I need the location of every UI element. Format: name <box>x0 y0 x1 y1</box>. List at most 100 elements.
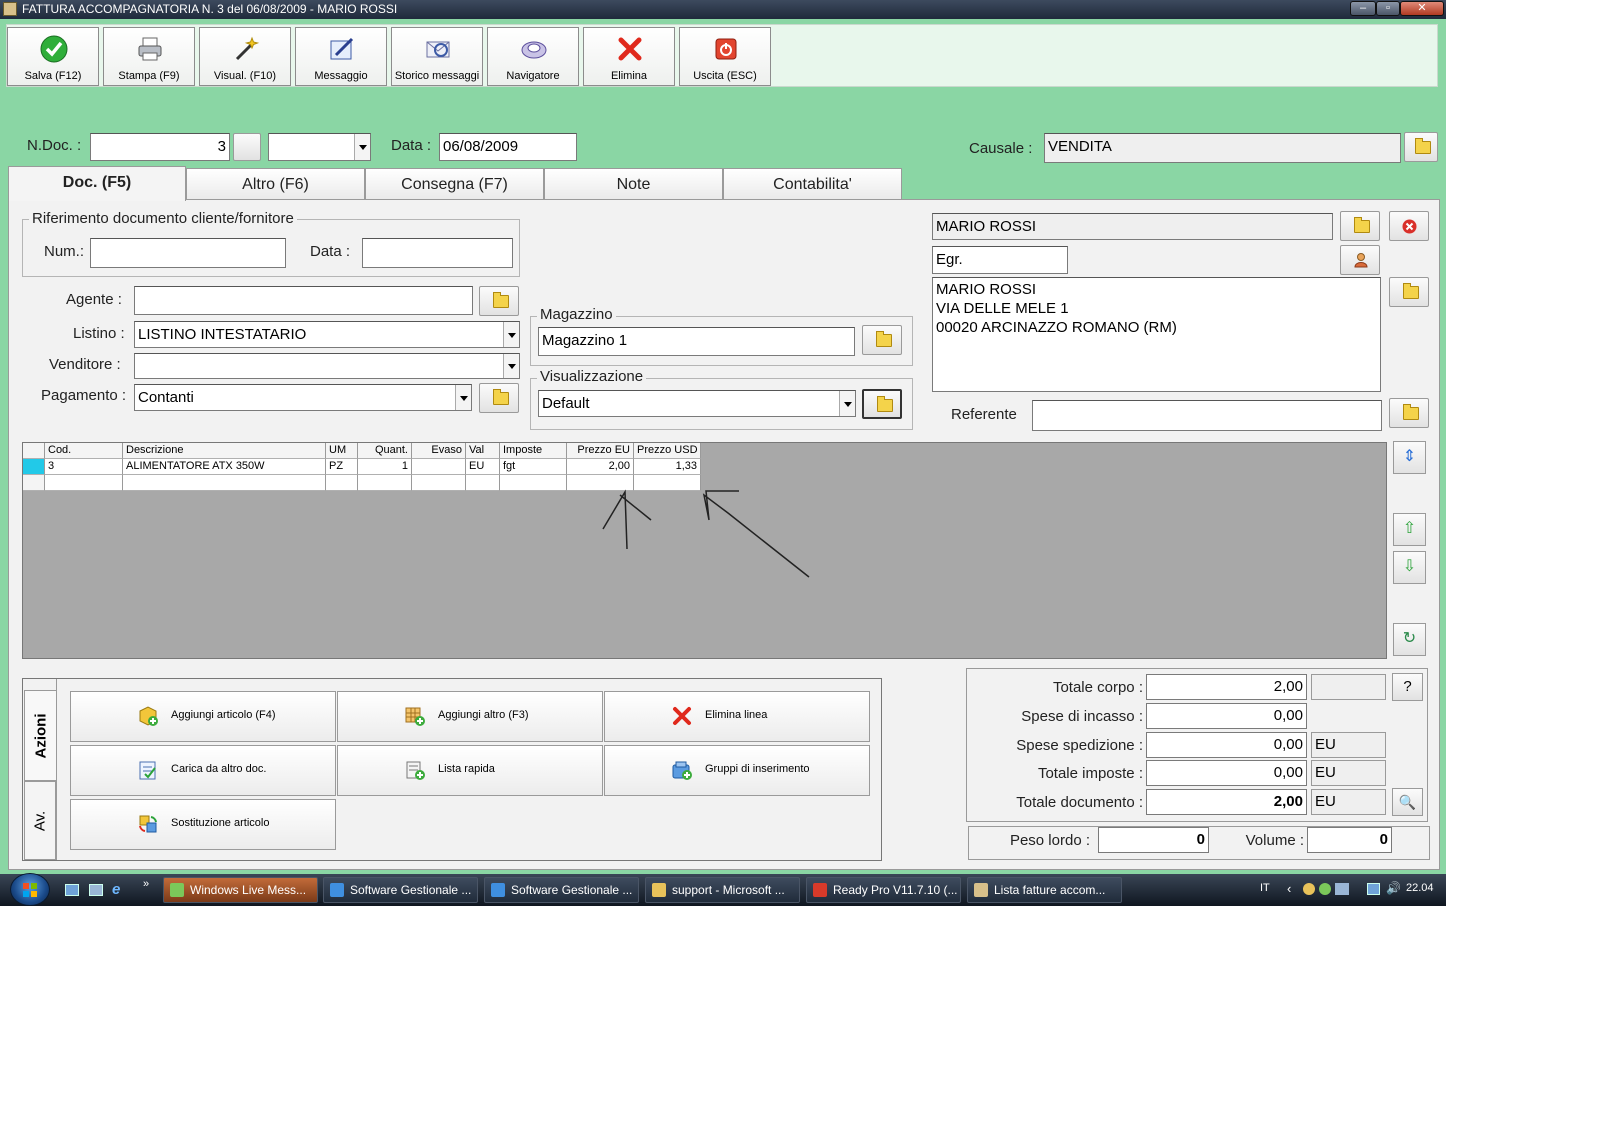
print-button[interactable]: Stampa (F9) <box>103 27 195 86</box>
save-button[interactable]: Salva (F12) <box>7 27 99 86</box>
cliente-address-box[interactable]: MARIO ROSSI VIA DELLE MELE 1 00020 ARCIN… <box>932 277 1381 392</box>
replace-article-button[interactable]: Sostituzione articolo <box>70 799 336 850</box>
articles-grid[interactable]: Cod. Descrizione UM Quant. Evaso Val Imp… <box>22 442 1387 659</box>
add-other-button[interactable]: Aggiungi altro (F3) <box>337 691 603 742</box>
riferimento-date-input[interactable] <box>362 238 513 268</box>
tab-note[interactable]: Note <box>544 168 723 200</box>
quick-list-icon <box>406 761 425 780</box>
delete-line-button[interactable]: Elimina linea <box>604 691 870 742</box>
show-desktop-icon[interactable] <box>65 884 79 896</box>
sync-icon[interactable] <box>1335 883 1349 895</box>
tab-contabilita[interactable]: Contabilita' <box>723 168 902 200</box>
causale-input[interactable]: VENDITA <box>1044 133 1401 163</box>
tab-doc[interactable]: Doc. (F5) <box>8 166 186 201</box>
quicklaunch-more-icon[interactable]: » <box>143 878 149 890</box>
network-icon[interactable] <box>1367 883 1380 895</box>
cancel-circle-icon <box>1402 219 1417 234</box>
actions-panel: Azioni Av. Aggiungi articolo (F4) Aggiun… <box>22 678 882 861</box>
clock[interactable]: 22.04 <box>1406 882 1434 894</box>
causale-browse-button[interactable] <box>1404 132 1438 162</box>
navigator-button[interactable]: Navigatore <box>487 27 579 86</box>
ndoc-series-select[interactable] <box>268 133 371 161</box>
spese-spedizione-label: Spese spedizione : <box>1016 737 1143 754</box>
switch-windows-icon[interactable] <box>89 884 103 896</box>
cliente-title-input[interactable]: Egr. <box>932 246 1068 274</box>
ndoc-suffix-button[interactable] <box>233 133 261 161</box>
annotation-arrows <box>602 489 810 578</box>
check-icon <box>40 35 68 63</box>
preview-label: Visual. (F10) <box>213 70 277 82</box>
cliente-contact-button[interactable] <box>1340 245 1380 275</box>
date-input[interactable]: 06/08/2009 <box>439 133 577 161</box>
cliente-name-input[interactable]: MARIO ROSSI <box>932 213 1333 240</box>
start-button[interactable] <box>10 873 50 906</box>
tab-azioni[interactable]: Azioni <box>24 690 56 781</box>
preview-button[interactable]: Visual. (F10) <box>199 27 291 86</box>
folder-icon <box>1403 404 1419 420</box>
windows-logo-icon <box>23 883 37 897</box>
listino-select[interactable]: LISTINO INTESTATARIO <box>134 321 520 348</box>
message-history-icon <box>426 41 450 58</box>
visualizzazione-select[interactable]: Default <box>538 390 856 417</box>
minimize-button[interactable]: – <box>1350 1 1376 16</box>
peso-value[interactable]: 0 <box>1098 827 1209 853</box>
referente-browse-button[interactable] <box>1389 398 1429 428</box>
quick-list-button[interactable]: Lista rapida <box>337 745 603 796</box>
magazzino-input[interactable]: Magazzino 1 <box>538 327 855 356</box>
load-doc-button[interactable]: Carica da altro doc. <box>70 745 336 796</box>
tab-consegna[interactable]: Consegna (F7) <box>365 168 544 200</box>
delete-button[interactable]: Elimina <box>583 27 675 86</box>
venditore-label: Venditore : <box>49 356 121 373</box>
language-indicator[interactable]: IT <box>1260 882 1270 894</box>
riferimento-num-input[interactable] <box>90 238 286 268</box>
zoom-button[interactable]: 🔍 <box>1392 788 1423 816</box>
add-article-label: Aggiungi articolo (F4) <box>171 709 276 721</box>
navigator-icon <box>521 41 547 59</box>
message-button[interactable]: Messaggio <box>295 27 387 86</box>
agente-input[interactable] <box>134 286 473 315</box>
network-status-icon[interactable] <box>1319 883 1331 895</box>
cliente-browse-button[interactable] <box>1340 211 1380 241</box>
chevron-down-icon <box>839 391 855 416</box>
ndoc-input[interactable]: 3 <box>90 133 230 161</box>
volume-value[interactable]: 0 <box>1307 827 1392 853</box>
referente-input[interactable] <box>1032 400 1382 431</box>
title-bar: FATTURA ACCOMPAGNATORIA N. 3 del 06/08/2… <box>0 0 1446 19</box>
pagamento-select[interactable]: Contanti <box>134 384 472 411</box>
message-history-button[interactable]: Storico messaggi <box>391 27 483 86</box>
tab-av[interactable]: Av. <box>24 781 56 860</box>
exit-button[interactable]: Uscita (ESC) <box>679 27 771 86</box>
move-down-button[interactable]: ⇩ <box>1393 551 1426 584</box>
add-article-button[interactable]: Aggiungi articolo (F4) <box>70 691 336 742</box>
close-button[interactable]: ✕ <box>1400 1 1444 16</box>
app-icon <box>974 883 988 897</box>
insert-groups-label: Gruppi di inserimento <box>705 763 810 775</box>
folder-icon <box>493 389 509 405</box>
taskbar-item[interactable]: support - Microsoft ... <box>645 877 800 903</box>
agente-browse-button[interactable] <box>479 286 519 316</box>
taskbar-item[interactable]: Ready Pro V11.7.10 (... <box>806 877 961 903</box>
reorder-button[interactable]: ⇕ <box>1393 441 1426 474</box>
visualizzazione-browse-button[interactable] <box>862 389 902 419</box>
taskbar-item[interactable]: Lista fatture accom... <box>967 877 1122 903</box>
ie-quicklaunch-icon[interactable]: e <box>112 881 120 898</box>
move-up-button[interactable]: ⇧ <box>1393 513 1426 546</box>
insert-groups-button[interactable]: Gruppi di inserimento <box>604 745 870 796</box>
address-browse-button[interactable] <box>1389 277 1429 307</box>
tab-altro[interactable]: Altro (F6) <box>186 168 365 200</box>
spese-incasso-value[interactable]: 0,00 <box>1146 703 1307 729</box>
refresh-button[interactable]: ↻ <box>1393 623 1426 656</box>
spese-spedizione-value[interactable]: 0,00 <box>1146 732 1307 758</box>
messenger-tray-icon[interactable] <box>1303 883 1315 895</box>
magazzino-browse-button[interactable] <box>862 325 902 355</box>
help-button[interactable]: ? <box>1392 673 1423 701</box>
taskbar-item[interactable]: Software Gestionale ... <box>323 877 478 903</box>
venditore-select[interactable] <box>134 353 520 379</box>
maximize-button[interactable]: ▫ <box>1376 1 1400 16</box>
taskbar-item[interactable]: Software Gestionale ... <box>484 877 639 903</box>
cliente-clear-button[interactable] <box>1389 211 1429 241</box>
pagamento-browse-button[interactable] <box>479 383 519 413</box>
volume-icon[interactable]: 🔊 <box>1386 881 1401 895</box>
taskbar-item[interactable]: Windows Live Mess... <box>163 877 318 903</box>
tray-expand-icon[interactable]: ‹ <box>1287 881 1291 896</box>
